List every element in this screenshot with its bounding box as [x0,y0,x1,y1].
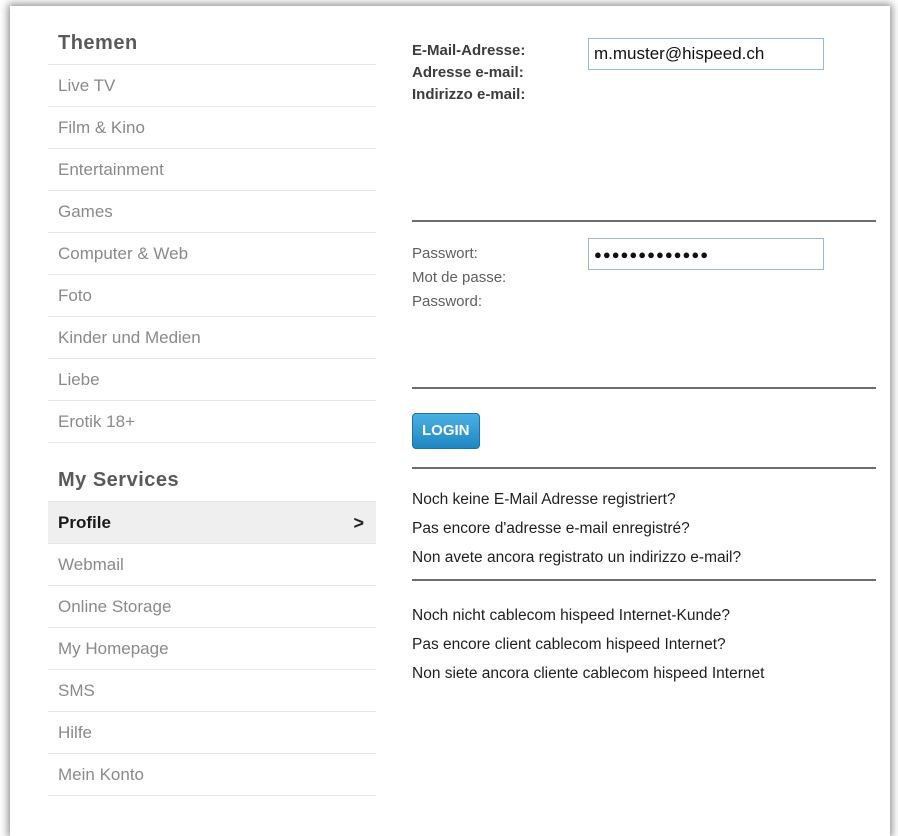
login-form: E-Mail-Adresse: Adresse e-mail: Indirizz… [412,28,878,688]
not-customer-link-de[interactable]: Noch nicht cablecom hispeed Internet-Kun… [412,601,878,630]
sidebar-item-webmail[interactable]: Webmail [48,544,376,586]
chevron-right-icon: > [353,513,364,533]
sidebar-item-live-tv[interactable]: Live TV [48,65,376,107]
sidebar-item-film-kino[interactable]: Film & Kino [48,107,376,149]
sidebar-item-liebe[interactable]: Liebe [48,359,376,401]
email-label-it: Indirizzo e-mail: [412,86,526,103]
page-frame: Themen Live TV Film & Kino Entertainment… [10,6,890,836]
sidebar-item-profile[interactable]: Profile > [48,502,376,544]
login-button[interactable]: LOGIN [412,413,480,449]
password-field-block: Passwort: Mot de passe: Password: ●●●●●●… [412,222,878,387]
login-button-row: LOGIN [412,389,878,467]
password-input[interactable]: ●●●●●●●●●●●●● [588,238,824,270]
not-customer-links: Noch nicht cablecom hispeed Internet-Kun… [412,581,878,688]
sidebar-item-computer-web[interactable]: Computer & Web [48,233,376,275]
register-email-link-de[interactable]: Noch keine E-Mail Adresse registriert? [412,485,878,514]
sidebar-item-erotik[interactable]: Erotik 18+ [48,401,376,443]
sidebar-item-games[interactable]: Games [48,191,376,233]
sidebar-item-label: Profile [58,513,111,532]
my-services-title: My Services [48,465,376,502]
sidebar-item-my-homepage[interactable]: My Homepage [48,628,376,670]
register-email-link-fr[interactable]: Pas encore d'adresse e-mail enregistré? [412,514,878,543]
sidebar-item-entertainment[interactable]: Entertainment [48,149,376,191]
sidebar: Themen Live TV Film & Kino Entertainment… [48,28,376,796]
password-label-en: Password: [412,293,483,310]
themen-title: Themen [48,28,376,65]
sidebar-item-sms[interactable]: SMS [48,670,376,712]
sidebar-item-mein-konto[interactable]: Mein Konto [48,754,376,796]
sidebar-item-hilfe[interactable]: Hilfe [48,712,376,754]
email-input[interactable]: m.muster@hispeed.ch [588,38,824,70]
not-customer-link-fr[interactable]: Pas encore client cablecom hispeed Inter… [412,630,878,659]
not-customer-link-it[interactable]: Non siete ancora cliente cablecom hispee… [412,659,878,688]
sidebar-item-kinder-medien[interactable]: Kinder und Medien [48,317,376,359]
email-field-block: E-Mail-Adresse: Adresse e-mail: Indirizz… [412,28,878,220]
register-email-links: Noch keine E-Mail Adresse registriert? P… [412,469,878,579]
sidebar-item-online-storage[interactable]: Online Storage [48,586,376,628]
register-email-link-it[interactable]: Non avete ancora registrato un indirizzo… [412,543,878,572]
sidebar-item-foto[interactable]: Foto [48,275,376,317]
